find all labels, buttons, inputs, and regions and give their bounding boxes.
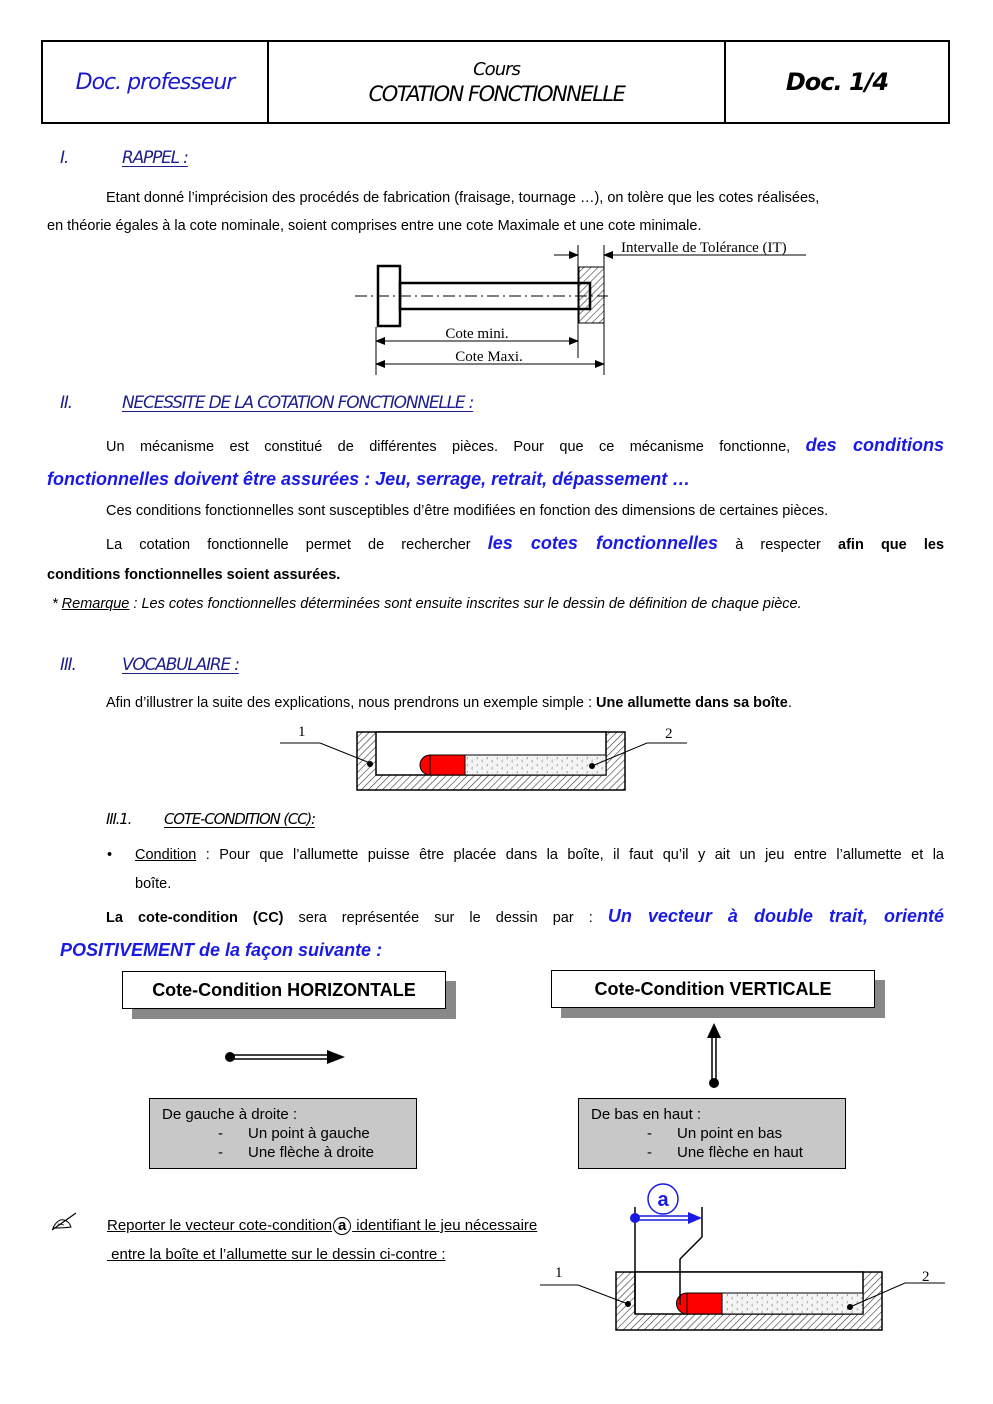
vector-arrowhead xyxy=(688,1212,702,1224)
vocabulaire-intro: Afin d’illustrer la suite des explicatio… xyxy=(106,693,951,713)
rule-item-text: Une flèche en haut xyxy=(677,1144,803,1161)
necessite-p1-line2: fonctionnelles doivent être assurées : J… xyxy=(47,467,947,493)
section-number: I. xyxy=(60,148,69,168)
horizontal-vector-icon xyxy=(225,1050,345,1064)
remark-label: Remarque xyxy=(61,596,130,612)
page-number-cell: Doc. 1/4 xyxy=(726,42,948,122)
doc-type: Doc. professeur xyxy=(75,69,236,95)
rappel-line-2: en théorie égales à la cote nominale, so… xyxy=(47,218,702,234)
section-title: RAPPEL : xyxy=(122,148,189,168)
tolerance-zone xyxy=(578,266,605,324)
text: identifiant le jeu nécessaire xyxy=(352,1217,538,1234)
vertical-title-box: Cote-Condition VERTICALE xyxy=(551,970,875,1008)
document-header: Doc. professeur Cours COTATION FONCTIONN… xyxy=(41,40,950,124)
bold-text: La cote-condition (CC) xyxy=(106,910,284,926)
horizontal-title: Cote-Condition HORIZONTALE xyxy=(152,979,416,1000)
section-heading-necessite: II. NECESSITE DE LA COTATION FONCTIONNELL… xyxy=(60,393,474,413)
necessite-p1-line1: Un mécanisme est constitué de différente… xyxy=(106,433,944,459)
condition-label: Condition xyxy=(135,847,197,863)
part-label-2: 2 xyxy=(922,1269,930,1285)
highlight-text: des conditions xyxy=(805,435,945,455)
part-label-1: 1 xyxy=(298,724,306,740)
text: . xyxy=(787,695,792,711)
section-heading-rappel: I. RAPPEL : xyxy=(60,148,189,168)
bullet-icon: • xyxy=(107,847,113,863)
vertical-title: Cote-Condition VERTICALE xyxy=(594,978,832,999)
rappel-line-1: Etant donné l’imprécision des procédés d… xyxy=(106,190,820,206)
tolerance-figure: ‹› Intervalle de Tolérance (IT) Cote min… xyxy=(355,240,806,375)
remark-text: : Les cotes fonctionnelles déterminées s… xyxy=(129,596,802,612)
vector-label: a xyxy=(657,1189,669,1211)
highlight-text: les cotes fonctionnelles xyxy=(487,533,719,553)
text: Afin d’illustrer la suite des explicatio… xyxy=(106,695,597,711)
rule-title: De bas en haut : xyxy=(591,1106,702,1123)
rule-item-text: Un point en bas xyxy=(677,1125,783,1142)
horizontal-title-box: Cote-Condition HORIZONTALE xyxy=(122,971,446,1009)
necessite-p2: Ces conditions fonctionnelles sont susce… xyxy=(106,503,829,519)
necessite-p3-line1: La cotation fonctionnelle permet de rech… xyxy=(106,531,944,557)
subsection-heading: III.1. COTE-CONDITION (CC): xyxy=(106,810,316,828)
cote-mini-label: Cote mini. xyxy=(445,326,508,342)
section-title: VOCABULAIRE : xyxy=(122,655,240,675)
document-title: COTATION FONCTIONNELLE xyxy=(368,81,626,106)
cc-repr-line2: POSITIVEMENT de la façon suivante : xyxy=(60,938,382,964)
pencil-writing-icon xyxy=(51,1212,77,1231)
vertical-rule-box: De bas en haut : - Un point en bas - Une f… xyxy=(578,1098,846,1169)
doc-type-cell: Doc. professeur xyxy=(43,42,269,122)
title-cell: Cours COTATION FONCTIONNELLE xyxy=(269,42,726,122)
section-number: II. xyxy=(60,393,73,413)
course-label: Cours xyxy=(473,58,521,80)
condition-text: : Pour que l’allumette puisse être placé… xyxy=(196,847,944,863)
exercise-line2: entre la boîte et l’allumette sur le des… xyxy=(107,1246,446,1263)
cote-maxi-label: Cote Maxi. xyxy=(455,349,523,365)
highlight-text: Un vecteur à double trait, orienté xyxy=(607,906,945,926)
highlight-text: POSITIVEMENT de la façon suivante : xyxy=(60,940,383,960)
subsection-number: III.1. xyxy=(106,810,132,828)
highlight-text: fonctionnelles doivent être assurées : J… xyxy=(47,469,691,489)
subsection-title: COTE-CONDITION (CC): xyxy=(164,810,316,828)
horizontal-rule-box: De gauche à droite : - Un point à gauche … xyxy=(149,1098,417,1169)
vector-origin-point xyxy=(630,1213,640,1223)
part-label-1: 1 xyxy=(555,1265,563,1281)
bold-text: Une allumette dans sa boîte xyxy=(596,695,788,711)
section-title: NECESSITE DE LA COTATION FONCTIONNELLE : xyxy=(122,393,474,413)
condition-line1: • Condition : Pour que l’allumette puiss… xyxy=(107,845,944,865)
circled-a-label: a xyxy=(333,1217,352,1235)
vertical-vector-icon xyxy=(707,1023,721,1088)
rule-item-text: Un point à gauche xyxy=(248,1125,370,1142)
condition-line2: boîte. xyxy=(135,876,172,892)
rule-title: De gauche à droite : xyxy=(162,1106,298,1123)
match-head xyxy=(429,754,466,776)
it-label: Intervalle de Tolérance (IT) xyxy=(621,240,787,256)
exercise-line1: Reporter le vecteur cote-condition a iden… xyxy=(107,1216,537,1236)
part-label-2: 2 xyxy=(665,726,673,742)
text: La cotation fonctionnelle permet de rech… xyxy=(106,537,471,553)
rule-item-text: Une flèche à droite xyxy=(248,1144,374,1161)
text: à respecter xyxy=(735,537,821,553)
necessite-p3-line2: conditions fonctionnelles soient assurée… xyxy=(47,567,341,583)
matchbox-figure: 1 2 xyxy=(280,724,687,791)
bold-text: afin que les xyxy=(838,537,945,553)
rule-item: - Un point à gauche xyxy=(218,1125,370,1142)
exercise-matchbox-figure: a 1 2 xyxy=(540,1183,945,1331)
remark: * Remarque : Les cotes fonctionnelles dé… xyxy=(52,594,952,614)
text: sera représentée sur le dessin par : xyxy=(283,910,593,926)
rule-item: - Une flèche en haut xyxy=(647,1144,803,1161)
remark-star: * xyxy=(52,596,62,612)
text: Reporter le vecteur cote-condition xyxy=(107,1217,333,1234)
text: Un mécanisme est constitué de différente… xyxy=(106,439,791,455)
rule-item: - Une flèche à droite xyxy=(218,1144,374,1161)
page-number: Doc. 1/4 xyxy=(785,68,889,96)
rule-item: - Un point en bas xyxy=(647,1125,783,1142)
section-heading-vocabulaire: III. VOCABULAIRE : xyxy=(60,655,240,675)
section-number: III. xyxy=(60,655,77,675)
match-head xyxy=(686,1292,723,1315)
cc-repr-line1: La cote-condition (CC) sera représentée … xyxy=(106,904,944,930)
